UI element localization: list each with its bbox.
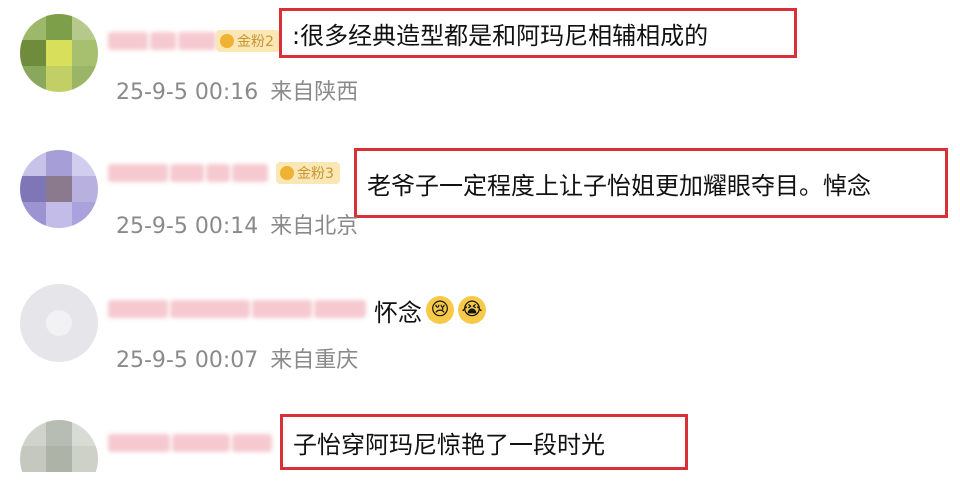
comment-text: :很多经典造型都是和阿玛尼相辅相成的 xyxy=(279,8,797,58)
avatar[interactable] xyxy=(20,14,98,92)
comment-text-content: 老爷子一定程度上让子怡姐更加耀眼夺目。悼念 xyxy=(367,171,871,200)
username-blurred[interactable] xyxy=(108,160,270,186)
comment-text: 子怡穿阿玛尼惊艳了一段时光 xyxy=(280,414,688,470)
timestamp: 25-9-5 00:07 xyxy=(116,348,259,373)
comment-text-content: 子怡穿阿玛尼惊艳了一段时光 xyxy=(293,430,605,459)
location: 来自重庆 xyxy=(270,348,359,373)
username-blurred[interactable] xyxy=(108,28,218,54)
fan-badge: 金粉3 xyxy=(276,162,340,184)
fan-badge: 金粉2 xyxy=(216,30,280,52)
avatar[interactable] xyxy=(20,420,98,498)
timestamp: 25-9-5 00:14 xyxy=(116,214,259,239)
crown-icon xyxy=(280,166,294,180)
comment-text: 怀念 😢 😭 xyxy=(374,292,486,328)
comment-meta: 25-9-5 00:14 来自北京 xyxy=(116,208,370,240)
username-blurred[interactable] xyxy=(108,430,274,456)
cry-smile-emoji: 😢 xyxy=(426,296,454,324)
crying-emoji: 😭 xyxy=(458,296,486,324)
location: 来自陕西 xyxy=(270,80,359,105)
comment-text-content: :很多经典造型都是和阿玛尼相辅相成的 xyxy=(292,21,709,50)
comment-text-content: 怀念 xyxy=(374,298,422,327)
badge-label: 金粉2 xyxy=(237,34,274,50)
location: 来自北京 xyxy=(270,214,359,239)
comment-meta: 25-9-5 00:07 来自重庆 xyxy=(116,342,370,374)
timestamp: 25-9-5 00:16 xyxy=(116,80,259,105)
crown-icon xyxy=(220,34,234,48)
avatar[interactable] xyxy=(20,150,98,228)
comment-text: 老爷子一定程度上让子怡姐更加耀眼夺目。悼念 xyxy=(354,148,948,218)
badge-label: 金粉3 xyxy=(297,166,334,182)
username-blurred[interactable] xyxy=(108,296,368,322)
comment-meta: 25-9-5 00:16 来自陕西 xyxy=(116,74,370,106)
avatar[interactable] xyxy=(20,284,98,362)
